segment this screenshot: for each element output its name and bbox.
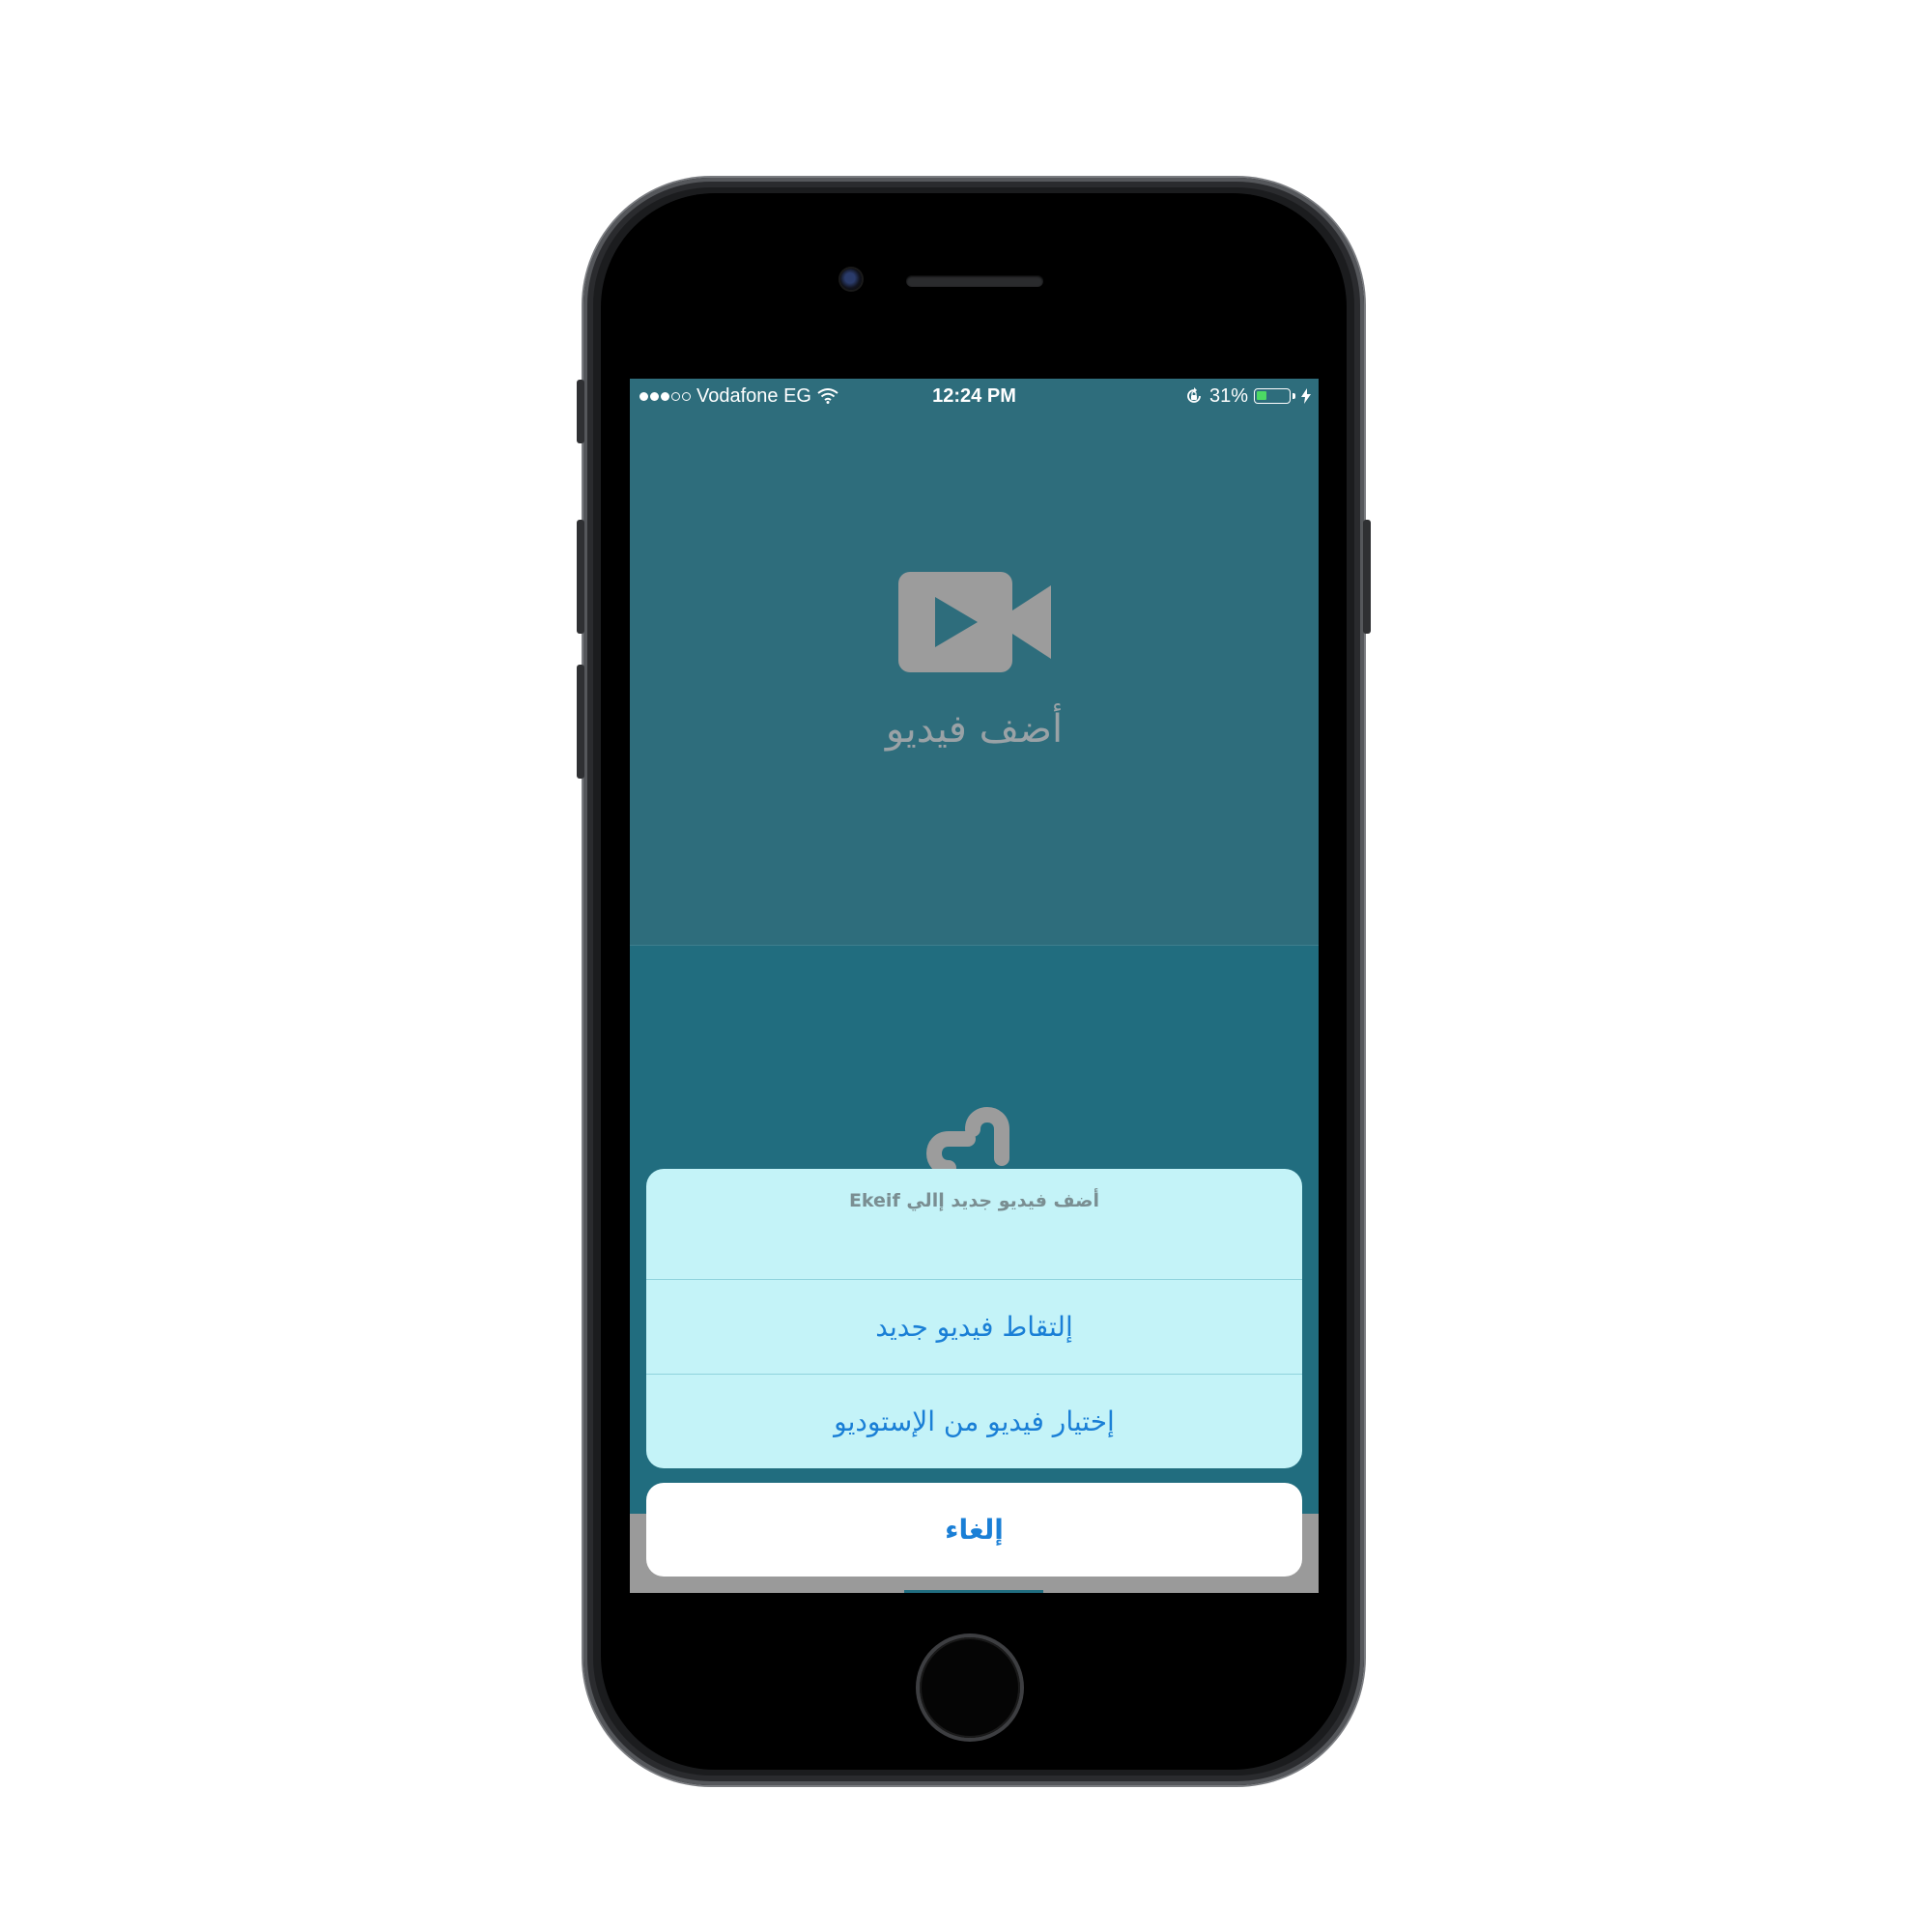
battery-icon <box>1254 388 1291 404</box>
mute-switch <box>577 380 584 443</box>
volume-up-button <box>577 520 584 634</box>
screen: أضف فيديو Vodafone EG 12:24 PM 31% أضف ف… <box>630 379 1319 1593</box>
status-left: Vodafone EG <box>639 379 838 413</box>
power-button <box>1363 520 1371 634</box>
action-sheet-header: أضف فيديو جديد إالي Ekeif <box>646 1169 1302 1279</box>
front-camera <box>840 269 862 290</box>
stage: أضف فيديو Vodafone EG 12:24 PM 31% أضف ف… <box>0 0 1932 1932</box>
carrier-name: Vodafone EG <box>696 385 811 407</box>
cancel-button[interactable]: إلغاء <box>646 1483 1302 1577</box>
battery-level <box>1257 391 1266 400</box>
add-video-section[interactable]: أضف فيديو <box>630 379 1319 946</box>
signal-strength-icon <box>639 391 691 401</box>
wifi-icon <box>817 388 838 404</box>
action-sheet: أضف فيديو جديد إالي Ekeif إلتقاط فيديو ج… <box>646 1169 1302 1468</box>
signal-dot <box>639 391 648 401</box>
signal-dot <box>682 391 691 401</box>
home-button[interactable] <box>920 1637 1020 1738</box>
tab-indicator <box>904 1590 1043 1593</box>
status-right: 31% <box>1184 379 1311 413</box>
signal-dot <box>661 391 669 401</box>
charging-bolt-icon <box>1301 388 1311 404</box>
choose-from-library-button[interactable]: إختيار فيديو من الإستوديو <box>646 1375 1302 1468</box>
status-bar: Vodafone EG 12:24 PM 31% <box>630 379 1319 413</box>
video-camera-icon <box>898 572 1051 672</box>
earpiece-speaker <box>906 275 1043 287</box>
capture-new-video-button[interactable]: إلتقاط فيديو جديد <box>646 1280 1302 1374</box>
volume-down-button <box>577 665 584 779</box>
signal-dot <box>650 391 659 401</box>
battery-tip <box>1293 393 1295 399</box>
add-video-label: أضف فيديو <box>885 707 1064 752</box>
orientation-lock-icon <box>1187 387 1201 403</box>
action-sheet-title: أضف فيديو جديد إالي Ekeif <box>848 1190 1100 1211</box>
signal-dot <box>671 391 680 401</box>
link-icon <box>926 1107 1009 1176</box>
battery-percent: 31% <box>1208 385 1248 407</box>
